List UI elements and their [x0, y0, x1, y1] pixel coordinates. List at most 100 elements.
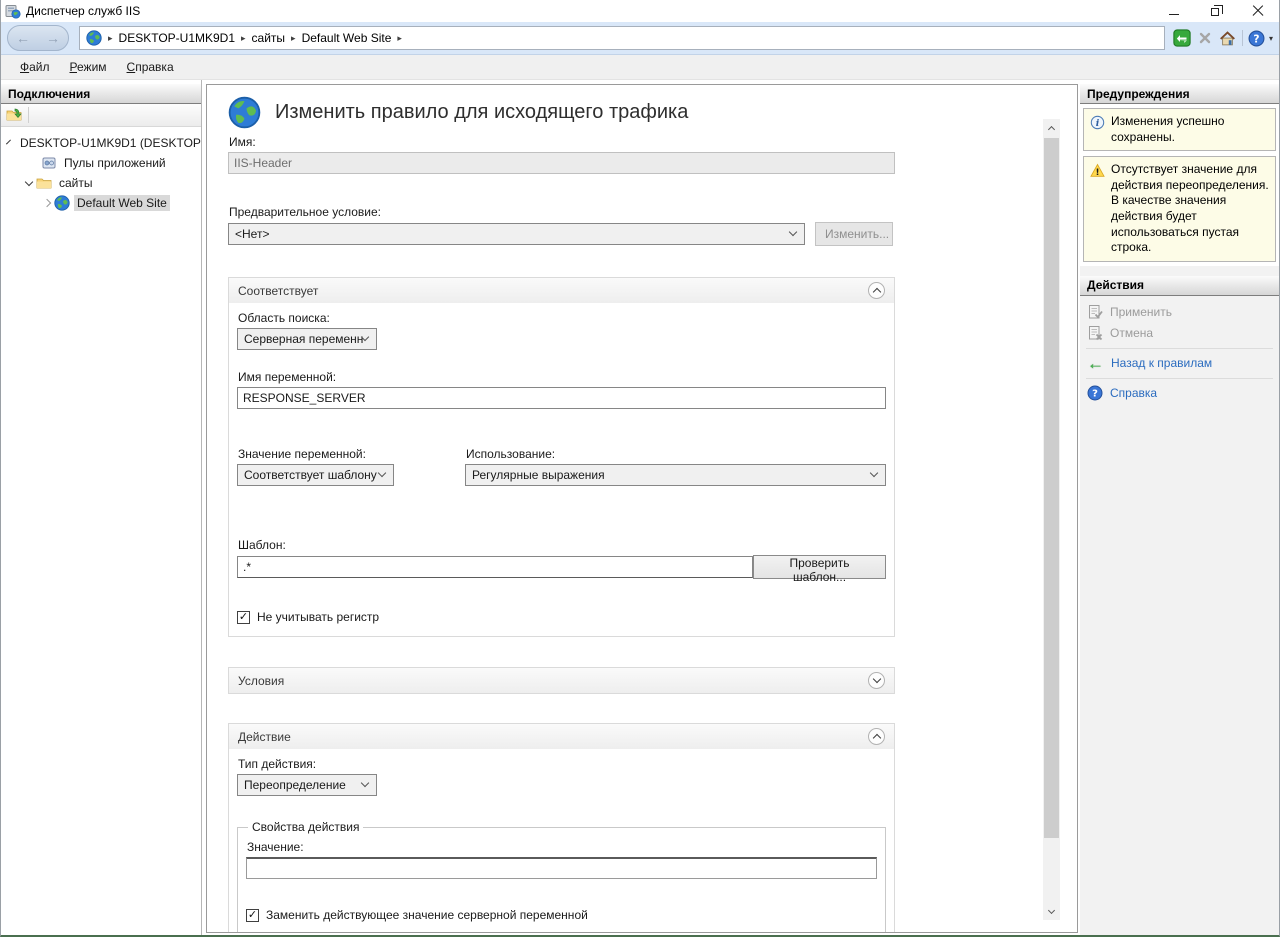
precondition-select[interactable]: <Нет>	[228, 223, 805, 245]
scrollbar-thumb[interactable]	[1044, 138, 1059, 838]
variable-name-input[interactable]	[237, 387, 886, 409]
menu-mode[interactable]: Режим	[61, 57, 116, 77]
test-pattern-button[interactable]: Проверить шаблон...	[753, 555, 886, 579]
expander-expanded-icon[interactable]	[6, 139, 11, 144]
chevron-down-icon	[870, 469, 878, 477]
breadcrumb-item-sites[interactable]: сайты	[252, 31, 286, 45]
variable-value-select[interactable]: Соответствует шаблону	[237, 464, 394, 486]
tree-item-server[interactable]: DESKTOP-U1MK9D1 (DESKTOP	[1, 133, 201, 153]
breadcrumb-item-default-site[interactable]: Default Web Site	[302, 31, 392, 45]
globe-icon	[228, 96, 261, 129]
ignore-case-checkbox[interactable]: ✓	[237, 611, 250, 624]
help-dropdown-icon[interactable]: ▾	[1269, 34, 1273, 43]
tree-item-label: Пулы приложений	[61, 155, 169, 171]
chevron-up-icon	[1048, 125, 1055, 132]
actions-separator	[1086, 348, 1273, 349]
precondition-value: <Нет>	[235, 227, 269, 241]
expand-section-button[interactable]	[868, 672, 885, 689]
refresh-icon	[1173, 29, 1191, 47]
scroll-up-button[interactable]	[1043, 119, 1060, 136]
help-button[interactable]	[1248, 29, 1266, 47]
feature-view: Изменить правило для исходящего трафика …	[206, 84, 1078, 933]
scope-value: Серверная переменн	[244, 332, 363, 346]
cancel-icon	[1087, 325, 1103, 341]
apply-action[interactable]: Применить	[1084, 302, 1275, 323]
variable-name-label: Имя переменной:	[238, 370, 886, 384]
actions-separator	[1086, 378, 1273, 379]
scroll-down-button[interactable]	[1043, 903, 1060, 920]
match-section-title: Соответствует	[238, 284, 318, 298]
globe-icon	[86, 30, 102, 46]
home-button[interactable]	[1219, 29, 1237, 47]
create-connection-icon[interactable]	[6, 107, 22, 123]
tree-item-app-pools[interactable]: Пулы приложений	[1, 153, 201, 173]
help-icon	[1248, 30, 1265, 47]
expander-expanded-icon[interactable]	[25, 177, 33, 185]
forward-icon[interactable]: →	[46, 31, 60, 45]
breadcrumb-item-server[interactable]: DESKTOP-U1MK9D1	[119, 31, 235, 45]
stop-button[interactable]	[1196, 29, 1214, 47]
menu-help[interactable]: Справка	[118, 57, 183, 77]
action-type-select[interactable]: Переопределение	[237, 774, 377, 796]
usage-label: Использование:	[466, 447, 886, 461]
apply-label: Применить	[1110, 305, 1172, 319]
edit-outbound-rule-form: Изменить правило для исходящего трафика …	[228, 85, 895, 933]
restore-icon	[1211, 8, 1219, 16]
value-label: Значение:	[247, 840, 877, 854]
tree-item-default-web-site[interactable]: Default Web Site	[1, 193, 201, 213]
back-to-rules-action[interactable]: ← Назад к правилам	[1084, 353, 1275, 374]
back-to-rules-label: Назад к правилам	[1111, 356, 1212, 370]
iis-app-icon	[5, 3, 21, 19]
stop-icon	[1197, 30, 1213, 46]
help-icon	[1087, 385, 1103, 401]
tree-item-sites[interactable]: сайты	[1, 173, 201, 193]
minimize-button[interactable]	[1153, 0, 1195, 22]
rule-name-input	[228, 152, 895, 174]
help-label: Справка	[1110, 386, 1157, 400]
restore-button[interactable]	[1195, 0, 1237, 22]
action-section: Действие Тип действия: Переопределение С…	[228, 723, 895, 933]
connections-header: Подключения	[1, 84, 201, 104]
alerts-list: Изменения успешно сохранены. Отсутствует…	[1080, 104, 1279, 266]
refresh-button[interactable]	[1173, 29, 1191, 47]
toolbar-separator	[1242, 30, 1243, 46]
collapse-section-button[interactable]	[868, 282, 885, 299]
conditions-section: Условия	[228, 667, 895, 694]
vertical-scrollbar[interactable]	[1043, 119, 1060, 920]
checkmark-icon: ✓	[248, 910, 257, 921]
connections-tree: DESKTOP-U1MK9D1 (DESKTOP Пулы приложений…	[1, 127, 201, 213]
chevron-down-icon	[1048, 906, 1055, 913]
application-pools-icon	[41, 155, 57, 171]
back-icon[interactable]: ←	[16, 31, 30, 45]
connections-toolbar	[1, 104, 201, 127]
scope-select[interactable]: Серверная переменн	[237, 328, 377, 350]
action-value-input[interactable]	[246, 857, 877, 879]
menu-file[interactable]: Файл	[11, 57, 59, 77]
edit-precondition-button[interactable]: Изменить...	[815, 222, 893, 246]
breadcrumb[interactable]: ▸ DESKTOP-U1MK9D1 ▸ сайты ▸ Default Web …	[79, 26, 1165, 50]
pattern-input[interactable]	[237, 556, 753, 578]
action-type-value: Переопределение	[244, 778, 346, 792]
expander-collapsed-icon[interactable]	[43, 199, 51, 207]
close-button[interactable]	[1237, 0, 1279, 22]
app-body: Подключения DESKTOP-U1MK9D1 (DESKTOP Пул…	[1, 80, 1279, 935]
scope-label: Область поиска:	[238, 311, 886, 325]
alert-warning: Отсутствует значение для действия переоп…	[1083, 156, 1276, 262]
replace-value-checkbox[interactable]: ✓	[246, 909, 259, 922]
help-action[interactable]: Справка	[1084, 383, 1275, 404]
usage-select[interactable]: Регулярные выражения	[465, 464, 886, 486]
name-label: Имя:	[229, 135, 895, 149]
action-properties-title: Свойства действия	[248, 820, 363, 834]
window-title: Диспетчер служб IIS	[26, 4, 1153, 18]
variable-value-value: Соответствует шаблону	[244, 468, 377, 482]
chevron-up-icon	[872, 734, 880, 742]
warning-icon	[1090, 163, 1105, 178]
checkmark-icon: ✓	[239, 612, 248, 623]
conditions-section-header[interactable]: Условия	[229, 668, 894, 693]
pattern-label: Шаблон:	[238, 538, 886, 552]
menu-bar: Файл Режим Справка	[1, 55, 1279, 80]
cancel-action[interactable]: Отмена	[1084, 323, 1275, 344]
match-section-header[interactable]: Соответствует	[229, 278, 894, 303]
action-section-header[interactable]: Действие	[229, 724, 894, 749]
collapse-section-button[interactable]	[868, 728, 885, 745]
